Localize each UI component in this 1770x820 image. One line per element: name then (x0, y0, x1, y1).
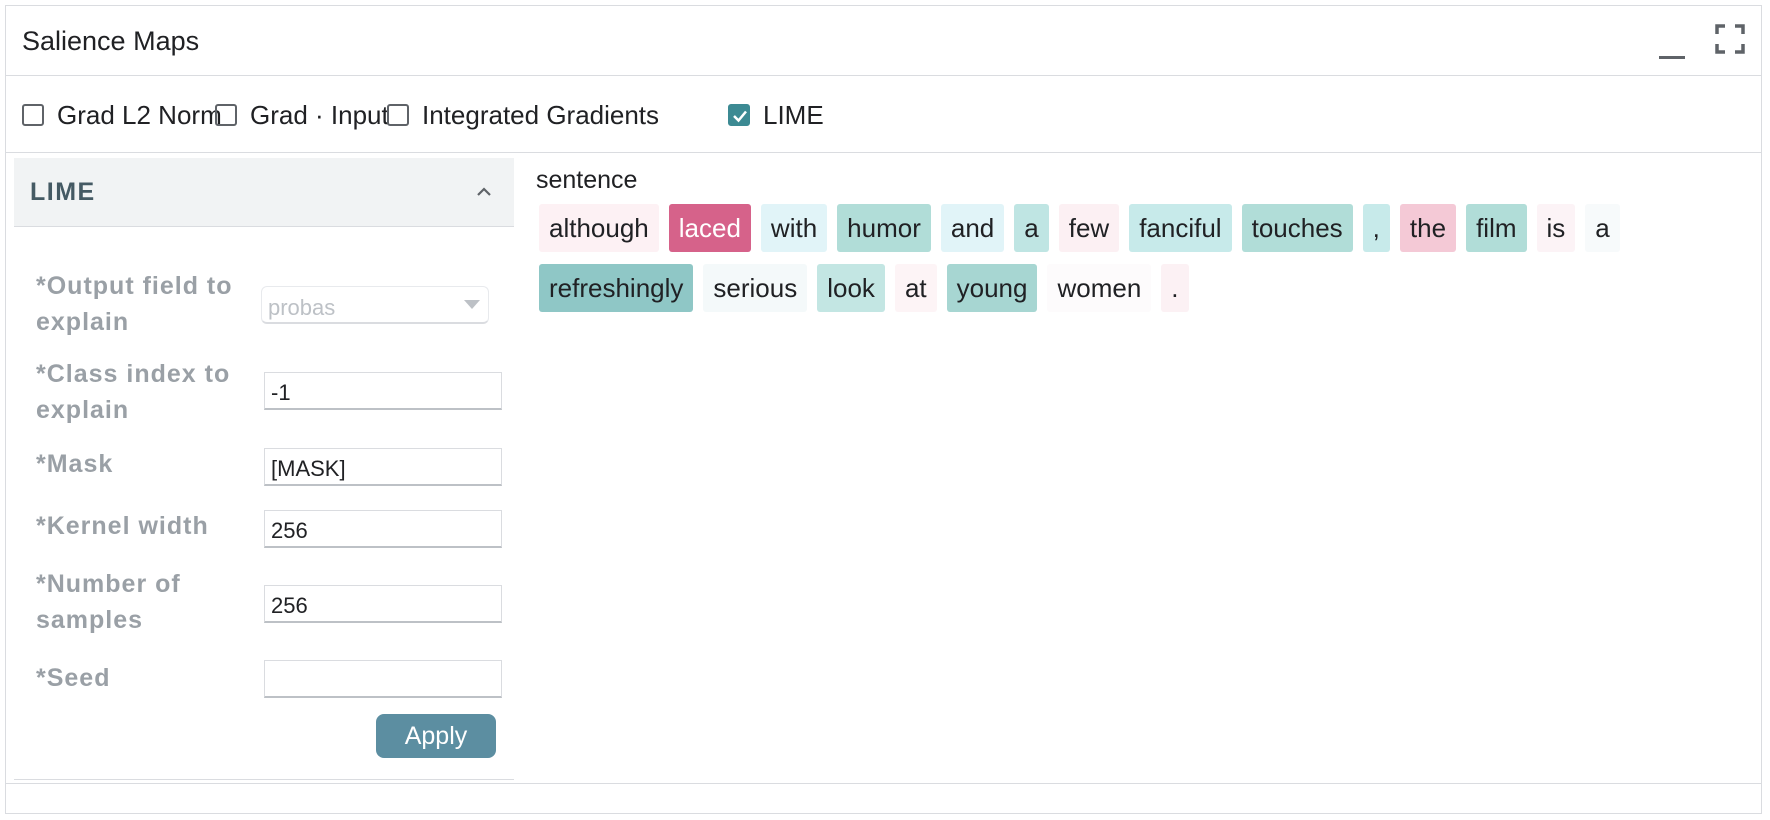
salience-token[interactable]: although (539, 204, 659, 252)
salience-token[interactable]: humor (837, 204, 931, 252)
salience-token[interactable]: at (894, 264, 937, 312)
num-samples-label: *Number of samples (36, 570, 181, 634)
field-name: sentence (536, 166, 638, 194)
method-checkbox-grad-l2-norm[interactable]: Grad L2 Norm (22, 100, 222, 130)
chevron-up-icon[interactable] (474, 182, 494, 202)
panel-divider (14, 779, 514, 780)
salience-token[interactable]: few (1058, 204, 1120, 252)
method-label: Grad L2 Norm (57, 99, 222, 130)
method-checkbox-grad-input[interactable]: Grad · Input (215, 100, 389, 130)
salience-token[interactable]: refreshingly (539, 264, 694, 312)
token-list: although laced with humor and a few fanciful tou… (539, 204, 1719, 312)
method-checkbox-integrated-gradients[interactable]: Integrated Gradients (387, 100, 659, 130)
salience-token[interactable]: the (1399, 204, 1457, 252)
panel-header[interactable]: LIME (14, 158, 514, 227)
method-checkbox-lime[interactable]: LIME (728, 100, 824, 130)
salience-token[interactable]: a (1585, 204, 1620, 252)
output-field-value: probas (268, 295, 336, 320)
salience-token[interactable]: and (940, 204, 1005, 252)
output-field-label: *Output field to explain (36, 272, 233, 336)
num-samples-input[interactable] (264, 585, 502, 623)
kernel-width-label: *Kernel width (36, 512, 209, 540)
module-title: Salience Maps (22, 26, 200, 56)
method-label: LIME (763, 99, 824, 130)
salience-token[interactable]: serious (703, 264, 808, 312)
class-index-input[interactable] (264, 372, 502, 410)
salience-token[interactable]: film (1466, 204, 1527, 252)
mask-input[interactable] (264, 448, 502, 486)
panel-title: LIME (30, 178, 96, 206)
lime-settings-panel: LIME *Output field to explain probas *Cl… (14, 158, 514, 780)
salience-output: sentence although laced with humor and a few fa… (529, 158, 1749, 778)
method-label: Grad · Input (250, 99, 389, 130)
method-label: Integrated Gradients (422, 99, 660, 130)
output-field-select[interactable]: probas (261, 286, 489, 324)
method-toolbar: Grad L2 Norm Grad · Input Integrated Gra… (6, 76, 1761, 153)
salience-token[interactable]: . (1161, 264, 1189, 312)
salience-token[interactable]: laced (668, 204, 751, 252)
checkbox-icon[interactable] (387, 104, 409, 126)
seed-label: *Seed (36, 664, 111, 692)
salience-token[interactable]: is (1536, 204, 1576, 252)
footer-divider (6, 783, 1761, 784)
salience-token[interactable]: young (946, 264, 1038, 312)
salience-token[interactable]: fanciful (1129, 204, 1232, 252)
seed-input[interactable] (264, 660, 502, 698)
salience-maps-module: Salience Maps Grad L2 Norm Grad · Input … (5, 5, 1762, 814)
fullscreen-icon[interactable] (1715, 24, 1745, 54)
module-header: Salience Maps (6, 6, 1761, 76)
class-index-label: *Class index to explain (36, 360, 231, 424)
salience-token[interactable]: , (1362, 204, 1390, 252)
salience-token[interactable]: with (760, 204, 828, 252)
salience-token[interactable]: touches (1241, 204, 1353, 252)
kernel-width-input[interactable] (264, 510, 502, 548)
salience-token[interactable]: look (817, 264, 885, 312)
minimize-icon[interactable] (1659, 56, 1685, 59)
mask-label: *Mask (36, 450, 114, 478)
checkbox-checked-icon[interactable] (728, 104, 750, 126)
apply-button[interactable]: Apply (376, 714, 496, 758)
dropdown-arrow-icon (464, 300, 480, 309)
checkbox-icon[interactable] (215, 104, 237, 126)
salience-token[interactable]: a (1014, 204, 1049, 252)
salience-token[interactable]: women (1047, 264, 1152, 312)
checkbox-icon[interactable] (22, 104, 44, 126)
